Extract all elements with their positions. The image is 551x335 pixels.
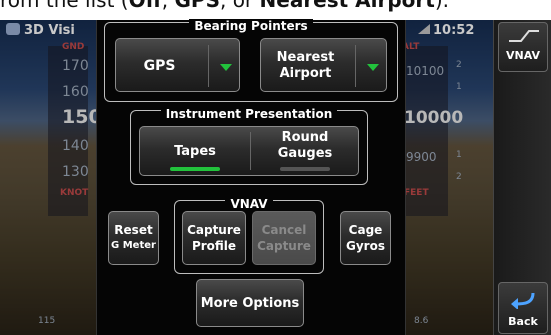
airspeed-tick: 130	[62, 164, 89, 180]
dropdown-divider	[355, 45, 356, 87]
back-button-label: Back	[508, 315, 538, 328]
feet-label: FEET	[404, 188, 429, 198]
tapes-option[interactable]: Tapes	[140, 127, 250, 175]
cancel-capture-button: Cancel Capture	[252, 211, 316, 265]
knots-label: KNOT	[60, 188, 89, 198]
capture-profile-line1: Capture	[187, 223, 241, 237]
vnav-title: VNAV	[175, 193, 323, 212]
tapes-active-indicator	[170, 167, 220, 171]
banner-text: rom the list (Off, GPS, or Nearest Airpo…	[0, 0, 450, 12]
capture-profile-line2: Profile	[191, 239, 237, 253]
altitude-tick: 9900	[406, 150, 437, 164]
round-gauges-line1: Round	[281, 130, 329, 145]
cage-label-line2: Gyros	[346, 239, 385, 253]
altitude-tick: 10100	[406, 64, 445, 78]
back-arrow-icon	[511, 292, 535, 309]
bearing-pointer-1-value: GPS	[143, 58, 176, 74]
vnav-group: VNAV Capture Profile Cancel Capture	[174, 197, 324, 274]
bearing-pointers-title: Bearing Pointers	[105, 15, 397, 34]
app-title: 3D Visi	[6, 23, 75, 38]
right-softkey-bar: VNAV Back	[493, 20, 551, 335]
reset-label-line2: G Meter	[111, 240, 156, 251]
capture-profile-button[interactable]: Capture Profile	[182, 211, 246, 265]
round-gauges-inactive-indicator	[280, 167, 330, 171]
instrument-presentation-toggle: Tapes Round Gauges	[139, 126, 359, 176]
vsi-tick: 1	[456, 150, 462, 160]
altitude-current: 10000	[404, 108, 464, 128]
bearing-pointer-2-dropdown[interactable]: Nearest Airport	[260, 38, 387, 92]
chevron-down-icon	[367, 64, 379, 71]
instrument-presentation-group: Instrument Presentation Tapes Round Gaug…	[130, 107, 368, 185]
dropdown-divider	[208, 45, 209, 87]
vsi-tick: 2	[456, 60, 462, 70]
cage-gyros-button[interactable]: Cage Gyros	[340, 211, 391, 265]
airspeed-tick: 160	[62, 84, 89, 100]
reset-label-line1: Reset	[114, 223, 153, 237]
bearing-pointer-2-line1: Nearest	[276, 50, 335, 65]
ground-speed-label: GND	[62, 42, 85, 52]
chevron-down-icon	[220, 64, 232, 71]
pfd-settings-panel: Bearing Pointers GPS Nearest Airport Ins…	[96, 19, 406, 335]
more-options-button[interactable]: More Options	[196, 279, 304, 327]
vsi-tick: 2	[456, 172, 462, 182]
vnav-softkey[interactable]: VNAV	[498, 22, 548, 72]
tapes-label: Tapes	[174, 144, 216, 159]
cage-label-line1: Cage	[348, 223, 383, 237]
airspeed-tick: 140	[62, 138, 89, 154]
bottom-left-readout: 115	[38, 316, 56, 326]
bearing-pointers-group: Bearing Pointers GPS Nearest Airport	[104, 19, 398, 102]
vnav-softkey-label: VNAV	[506, 49, 540, 62]
more-options-label: More Options	[200, 296, 300, 311]
bearing-pointer-1-dropdown[interactable]: GPS	[115, 38, 240, 92]
synthetic-vision-icon	[6, 23, 20, 35]
round-gauges-line2: Gauges	[277, 146, 333, 161]
vsi-tick: 1	[456, 82, 462, 92]
signal-icon	[418, 24, 430, 34]
cancel-capture-line1: Cancel	[261, 223, 307, 237]
airspeed-tick: 170	[62, 58, 89, 74]
cancel-capture-line2: Capture	[257, 239, 311, 253]
bearing-pointer-2-line2: Airport	[279, 66, 332, 81]
round-gauges-option[interactable]: Round Gauges	[251, 127, 359, 175]
instrument-presentation-title: Instrument Presentation	[131, 103, 367, 122]
bottom-right-readout: 8.6	[414, 316, 429, 326]
reset-g-meter-button[interactable]: Reset G Meter	[108, 211, 159, 265]
back-button[interactable]: Back	[498, 282, 548, 334]
vnav-icon	[509, 30, 539, 42]
clock: 10:52	[418, 23, 474, 38]
